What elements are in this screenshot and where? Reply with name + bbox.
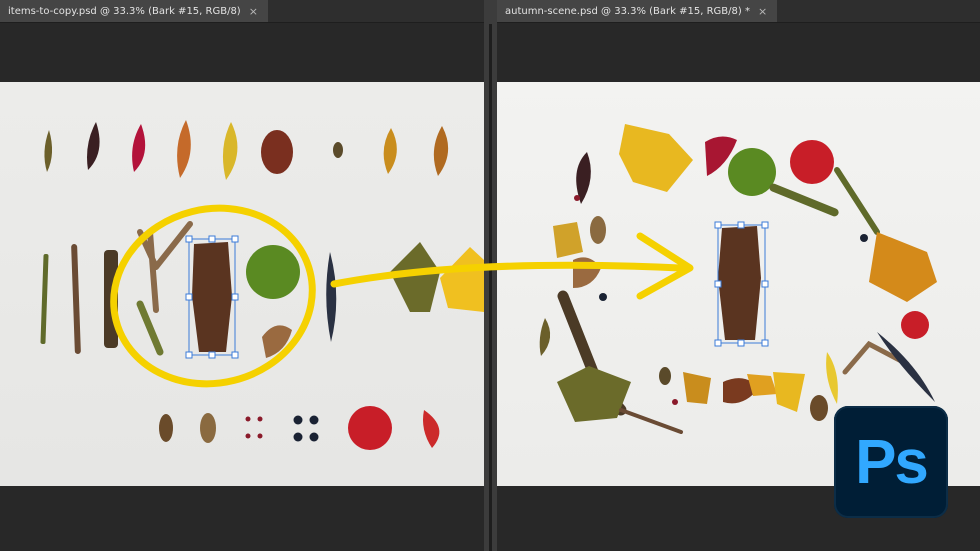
maple-leaf-yellow [440, 247, 484, 312]
pane-divider[interactable] [484, 0, 497, 551]
tab-title: autumn-scene.psd @ 33.3% (Bark #15, RGB/… [505, 5, 750, 17]
photoshop-logo: Ps [834, 406, 948, 518]
bark-layer[interactable] [192, 242, 232, 352]
bark-layer[interactable] [718, 226, 761, 340]
tab-bar-right: autumn-scene.psd @ 33.3% (Bark #15, RGB/… [497, 0, 980, 23]
logo-text: Ps [855, 427, 929, 497]
canvas-items-to-copy[interactable] [0, 82, 484, 486]
wood-chunk [262, 325, 292, 358]
moss-clump [246, 245, 300, 299]
document-pane-left: items-to-copy.psd @ 33.3% (Bark #15, RGB… [0, 0, 484, 551]
tab-title: items-to-copy.psd @ 33.3% (Bark #15, RGB… [8, 5, 241, 17]
close-icon[interactable]: × [758, 5, 767, 18]
feather [326, 252, 337, 342]
leaf-row [44, 120, 449, 180]
tab-bar-left: items-to-copy.psd @ 33.3% (Bark #15, RGB… [0, 0, 484, 23]
tab-autumn-scene[interactable]: autumn-scene.psd @ 33.3% (Bark #15, RGB/… [497, 0, 778, 22]
stick-group [40, 221, 193, 356]
tab-items-to-copy[interactable]: items-to-copy.psd @ 33.3% (Bark #15, RGB… [0, 0, 268, 22]
close-icon[interactable]: × [249, 5, 258, 18]
maple-leaf-green [390, 242, 440, 312]
bottom-items [159, 406, 440, 450]
